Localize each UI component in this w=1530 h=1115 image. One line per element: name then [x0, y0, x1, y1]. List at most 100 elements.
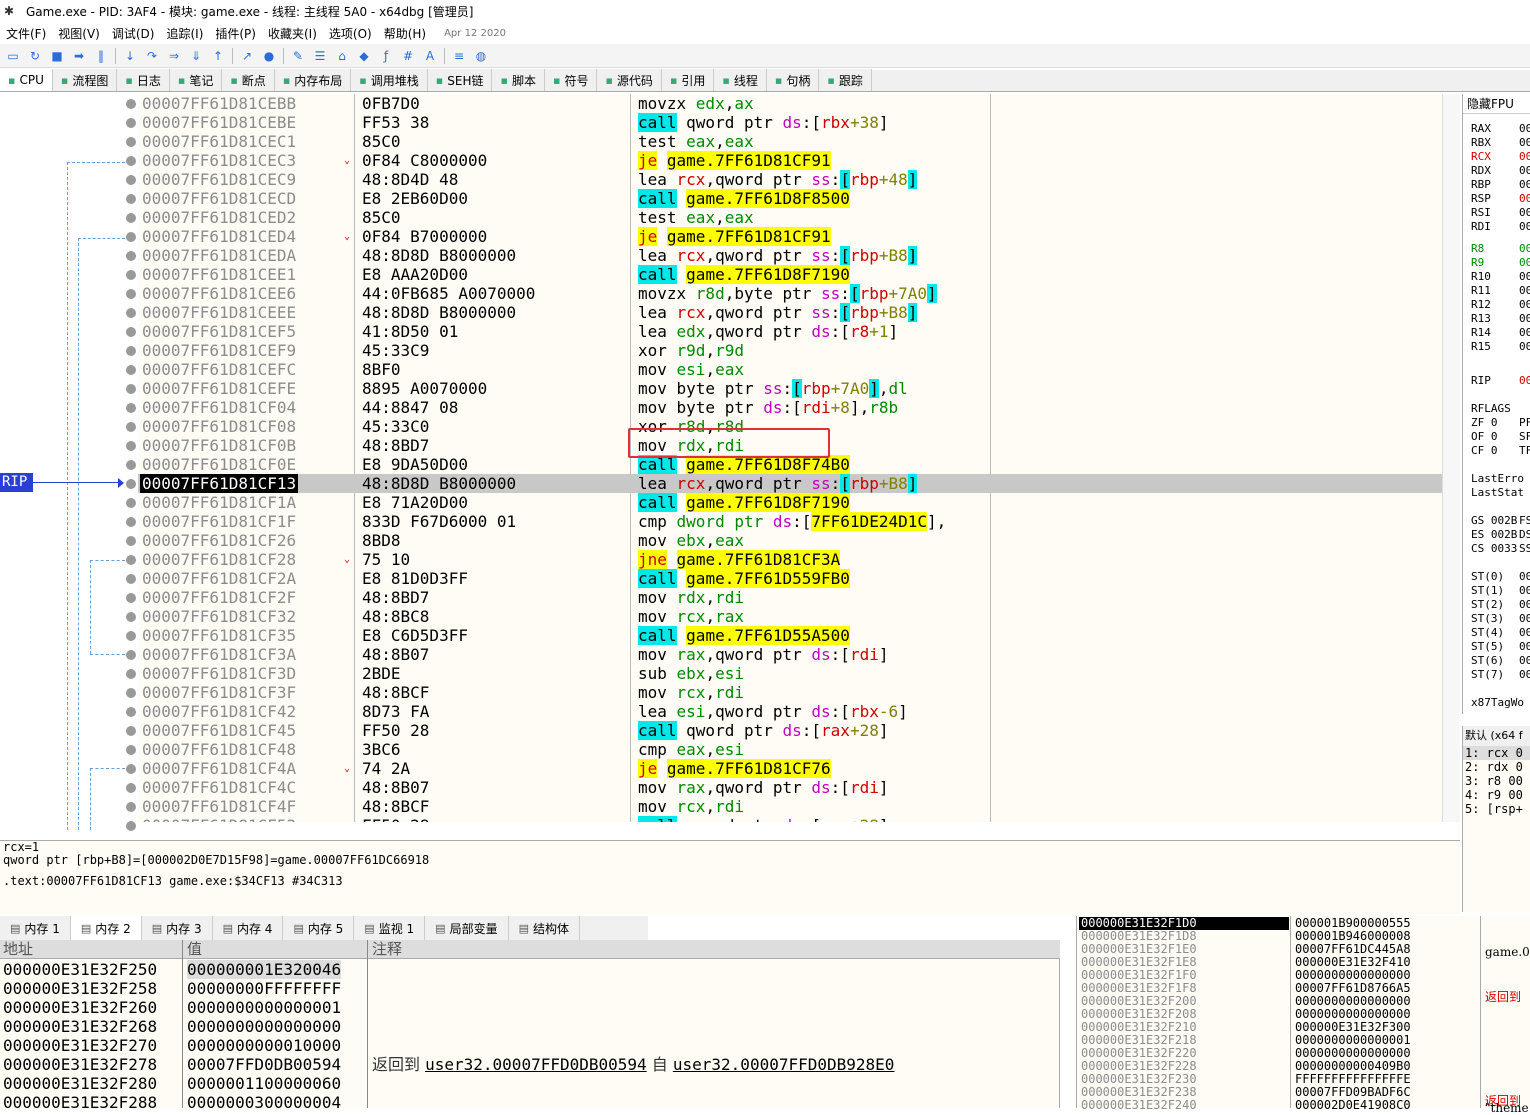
disasm-row[interactable]: 00007FF61D81CF42 8D73 FA lea esi,qword ptr…: [138, 702, 1442, 721]
register-23[interactable]: GS 002B FS: [1471, 514, 1530, 527]
pause-icon[interactable]: ‖: [92, 47, 110, 65]
register-7[interactable]: RDI 00: [1471, 220, 1530, 233]
disasm-row[interactable]: 00007FF61D81CF52 FF50 28 call qword ptr ds…: [138, 816, 1442, 822]
tab-5[interactable]: ▪ 内存布局: [274, 69, 352, 91]
breakpoint-dot[interactable]: [126, 99, 136, 109]
disasm-row[interactable]: 00007FF61D81CEFE 8895 A0070000 mov byte pt…: [138, 379, 1442, 398]
breakpoint-dot[interactable]: [126, 460, 136, 470]
disasm-row[interactable]: 00007FF61D81CF2F 48:8BD7 mov rdx,rdi: [138, 588, 1442, 607]
disasm-row[interactable]: 00007FF61D81CF1F 833D F67D6000 01 cmp dwor…: [138, 512, 1442, 531]
fold-marker[interactable]: ⌄: [344, 227, 350, 246]
step-over-icon[interactable]: ↷: [143, 47, 161, 65]
dump-tab-7[interactable]: ▤ 结构体: [509, 916, 580, 940]
menu-item[interactable]: 视图(V): [52, 25, 106, 42]
menu-item[interactable]: 收藏夹(I): [262, 25, 323, 42]
disasm-row[interactable]: 00007FF61D81CEE1 E8 AAA20D00 call game.7FF…: [138, 265, 1442, 284]
breakpoint-dot[interactable]: [126, 479, 136, 489]
dump-tab-6[interactable]: ▤ 局部变量: [425, 916, 509, 940]
disasm-row[interactable]: 00007FF61D81CF4A ⌄ 74 2A je game.7FF61D81CF…: [138, 759, 1442, 778]
menu-item[interactable]: 选项(O): [323, 25, 378, 42]
disasm-row[interactable]: 00007FF61D81CF32 48:8BC8 mov rcx,rax: [138, 607, 1442, 626]
hide-fpu-button[interactable]: 隐藏FPU: [1463, 94, 1530, 114]
tab-10[interactable]: ▪ 源代码: [597, 69, 662, 91]
register-16[interactable]: RIP 00: [1471, 374, 1530, 387]
breakpoint-dot[interactable]: [126, 441, 136, 451]
breakpoint-dot[interactable]: [126, 137, 136, 147]
globe-icon[interactable]: ◍: [472, 47, 490, 65]
register-30[interactable]: ST(4) 00: [1471, 626, 1530, 639]
disasm-row[interactable]: 00007FF61D81CEFC 8BF0 mov esi,eax: [138, 360, 1442, 379]
registers-panel[interactable]: 隐藏FPU RAX 00 RBX 00 RCX 00 RDX 00 RBP 00 RSP 00 RSI 0…: [1462, 94, 1530, 714]
register-22[interactable]: LastStat: [1471, 486, 1524, 499]
register-3[interactable]: RDX 00: [1471, 164, 1530, 177]
comment-source[interactable]: user32.00007FFD0DB928E0: [673, 1055, 895, 1074]
register-21[interactable]: LastErro: [1471, 472, 1524, 485]
disasm-row[interactable]: 00007FF61D81CF04 44:8847 08 mov byte ptr d…: [138, 398, 1442, 417]
register-18[interactable]: ZF 0 PF: [1471, 416, 1530, 429]
register-26[interactable]: ST(0) 00: [1471, 570, 1530, 583]
breakpoint-dot[interactable]: [126, 669, 136, 679]
register-17[interactable]: RFLAGS: [1471, 402, 1511, 415]
list-icon[interactable]: ≡: [450, 47, 468, 65]
dump-tab-1[interactable]: ▤ 内存 2: [70, 916, 142, 940]
breakpoint-dot[interactable]: [126, 726, 136, 736]
disasm-row[interactable]: 00007FF61D81CEE6 44:0FB685 A0070000 movzx …: [138, 284, 1442, 303]
stop-icon[interactable]: ■: [48, 47, 66, 65]
register-4[interactable]: RBP 00: [1471, 178, 1530, 191]
disasm-row[interactable]: 00007FF61D81CED2 85C0 test eax,eax: [138, 208, 1442, 227]
disasm-row[interactable]: 00007FF61D81CF13 48:8D8D B8000000 lea rcx,…: [138, 474, 1442, 493]
column-header-comment[interactable]: 注释: [372, 940, 402, 959]
disasm-row[interactable]: 00007FF61D81CF45 FF50 28 call qword ptr ds…: [138, 721, 1442, 740]
register-27[interactable]: ST(1) 00: [1471, 584, 1530, 597]
dump-tab-4[interactable]: ▤ 内存 5: [283, 916, 355, 940]
comment-icon[interactable]: ☰: [311, 47, 329, 65]
fold-marker[interactable]: ⌄: [344, 151, 350, 170]
breakpoint-dot[interactable]: [126, 251, 136, 261]
register-34[interactable]: x87TagWo: [1471, 696, 1524, 709]
disasm-row[interactable]: 00007FF61D81CF1A E8 71A20D00 call game.7FF…: [138, 493, 1442, 512]
disasm-row[interactable]: 00007FF61D81CF26 8BD8 mov ebx,eax: [138, 531, 1442, 550]
breakpoint-dot[interactable]: [126, 631, 136, 641]
dump-row[interactable]: 000000E31E32F280 0000001100000060: [0, 1074, 1060, 1093]
highlight-icon[interactable]: ✎: [289, 47, 307, 65]
breakpoint-dot[interactable]: [126, 194, 136, 204]
disassembly-scrollbar[interactable]: [1442, 94, 1460, 822]
fold-marker[interactable]: ⌄: [344, 550, 350, 569]
tab-2[interactable]: ▪ 日志: [117, 69, 170, 91]
font-icon[interactable]: A: [421, 47, 439, 65]
tab-4[interactable]: ▪ 断点: [222, 69, 275, 91]
fold-marker[interactable]: ⌄: [344, 759, 350, 778]
call-convention-panel[interactable]: 默认 (x64 f 1: rcx 0 2: rdx 0 3: r8 00 4: r9 …: [1462, 726, 1530, 912]
dump-tab-3[interactable]: ▤ 内存 4: [213, 916, 284, 940]
dump-row[interactable]: 000000E31E32F278 00007FFD0DB00594 返回到 user…: [0, 1055, 1060, 1074]
disasm-row[interactable]: 00007FF61D81CEBB 0FB7D0 movzx edx,ax: [138, 94, 1442, 113]
register-2[interactable]: RCX 00: [1471, 150, 1530, 163]
execute-till-return-icon[interactable]: ↑: [209, 47, 227, 65]
disasm-row[interactable]: 00007FF61D81CF2A E8 81D0D3FF call game.7FF…: [138, 569, 1442, 588]
breakpoint-dot[interactable]: [126, 821, 136, 831]
menu-item[interactable]: 插件(P): [209, 25, 262, 42]
menu-item[interactable]: 调试(D): [106, 25, 161, 42]
dump-tab-0[interactable]: ▤ 内存 1: [0, 916, 71, 940]
breakpoint-dot[interactable]: [126, 783, 136, 793]
breakpoint-dot[interactable]: [126, 232, 136, 242]
disasm-row[interactable]: 00007FF61D81CF4F 48:8BCF mov rcx,rdi: [138, 797, 1442, 816]
register-15[interactable]: R15 00: [1471, 340, 1530, 353]
breakpoint-dot[interactable]: [126, 270, 136, 280]
tab-8[interactable]: ▪ 脚本: [492, 69, 545, 91]
breakpoint-dot[interactable]: [126, 346, 136, 356]
breakpoint-dot[interactable]: [126, 308, 136, 318]
dump-tab-2[interactable]: ▤ 内存 3: [142, 916, 213, 940]
disasm-row[interactable]: 00007FF61D81CEDA 48:8D8D B8000000 lea rcx,…: [138, 246, 1442, 265]
stack-view[interactable]: 000000E31E32F1D0 000001B900000555 000000E3…: [1076, 916, 1530, 1115]
breakpoint-dot[interactable]: [126, 403, 136, 413]
menu-item[interactable]: 追踪(I): [160, 25, 209, 42]
disasm-row[interactable]: 00007FF61D81CF48 3BC6 cmp eax,esi: [138, 740, 1442, 759]
register-32[interactable]: ST(6) 00: [1471, 654, 1530, 667]
disasm-row[interactable]: 00007FF61D81CEC9 48:8D4D 48 lea rcx,qword …: [138, 170, 1442, 189]
register-25[interactable]: CS 0033 SS: [1471, 542, 1530, 555]
tab-13[interactable]: ▪ 句柄: [766, 69, 820, 91]
register-8[interactable]: R8 00: [1471, 242, 1530, 255]
breakpoint-dot[interactable]: [126, 213, 136, 223]
memory-dump[interactable]: 地址 值 注释 000000E31E32F250 000000001E320046…: [0, 940, 1060, 1112]
